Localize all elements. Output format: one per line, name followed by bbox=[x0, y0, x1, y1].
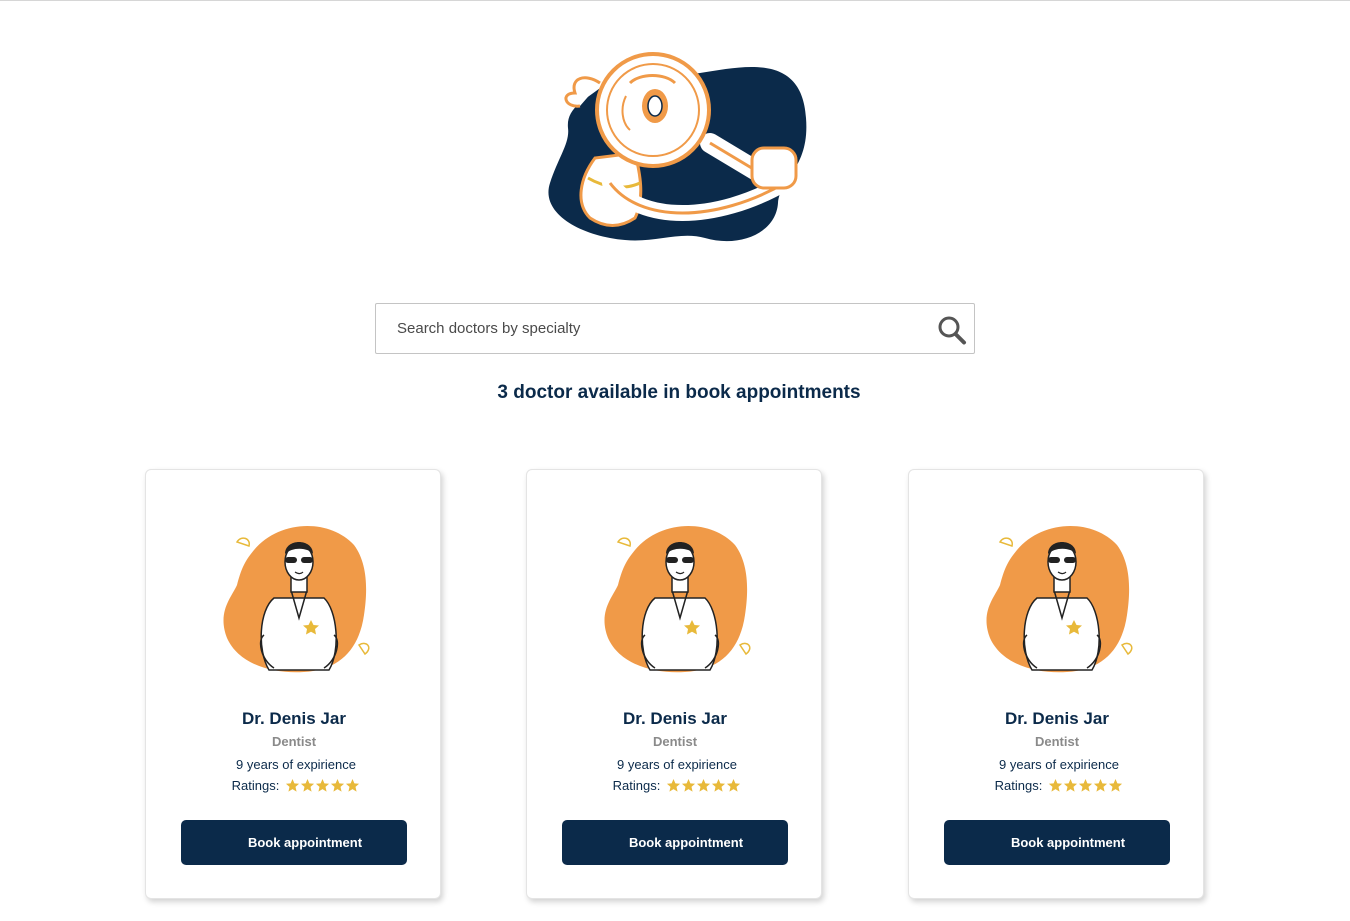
doctor-card: Dr. Denis Jar Dentist 9 years of expirie… bbox=[526, 469, 822, 899]
star-icon bbox=[316, 778, 330, 792]
star-icon bbox=[1064, 778, 1078, 792]
doctor-card: Dr. Denis Jar Dentist 9 years of expirie… bbox=[145, 469, 441, 899]
doctor-name: Dr. Denis Jar bbox=[242, 709, 346, 728]
doctor-specialty: Dentist bbox=[271, 734, 317, 749]
star-icon bbox=[712, 778, 726, 792]
book-appointment-button[interactable]: Book appointment bbox=[562, 820, 788, 865]
ratings-label: Ratings: bbox=[994, 778, 1043, 793]
doctor-ratings: Ratings: bbox=[909, 778, 1209, 793]
star-rating bbox=[285, 778, 360, 793]
doctor-ratings: Ratings: bbox=[527, 778, 827, 793]
doctor-illustration bbox=[604, 526, 751, 673]
star-icon bbox=[667, 778, 681, 792]
search-icon[interactable] bbox=[936, 313, 970, 347]
doctor-illustration bbox=[223, 526, 370, 673]
tooth-magnifier-illustration bbox=[548, 52, 807, 242]
doctor-illustration bbox=[986, 526, 1133, 673]
star-icon bbox=[346, 778, 360, 792]
star-icon bbox=[682, 778, 696, 792]
ratings-label: Ratings: bbox=[612, 778, 661, 793]
doctor-name: Dr. Denis Jar bbox=[623, 709, 727, 728]
star-icon bbox=[301, 778, 315, 792]
star-icon bbox=[1109, 778, 1123, 792]
star-rating bbox=[1048, 778, 1123, 793]
doctor-specialty: Dentist bbox=[1034, 734, 1080, 749]
doctor-card: Dr. Denis Jar Dentist 9 years of expirie… bbox=[908, 469, 1204, 899]
star-icon bbox=[1049, 778, 1063, 792]
star-icon bbox=[727, 778, 741, 792]
doctors-count-heading: 3 doctor available in book appointments bbox=[497, 382, 861, 403]
book-appointment-button[interactable]: Book appointment bbox=[944, 820, 1170, 865]
top-divider bbox=[0, 0, 1350, 1]
doctor-specialty: Dentist bbox=[652, 734, 698, 749]
doctor-experience: 9 years of expirience bbox=[999, 757, 1119, 772]
doctor-experience: 9 years of expirience bbox=[617, 757, 737, 772]
doctor-experience: 9 years of expirience bbox=[236, 757, 356, 772]
star-icon bbox=[697, 778, 711, 792]
star-rating bbox=[666, 778, 741, 793]
book-appointment-button[interactable]: Book appointment bbox=[181, 820, 407, 865]
star-icon bbox=[1079, 778, 1093, 792]
star-icon bbox=[331, 778, 345, 792]
ratings-label: Ratings: bbox=[231, 778, 280, 793]
search-input[interactable] bbox=[376, 304, 974, 353]
search-bar bbox=[375, 303, 975, 354]
doctor-ratings: Ratings: bbox=[146, 778, 446, 793]
star-icon bbox=[286, 778, 300, 792]
doctor-name: Dr. Denis Jar bbox=[1005, 709, 1109, 728]
star-icon bbox=[1094, 778, 1108, 792]
